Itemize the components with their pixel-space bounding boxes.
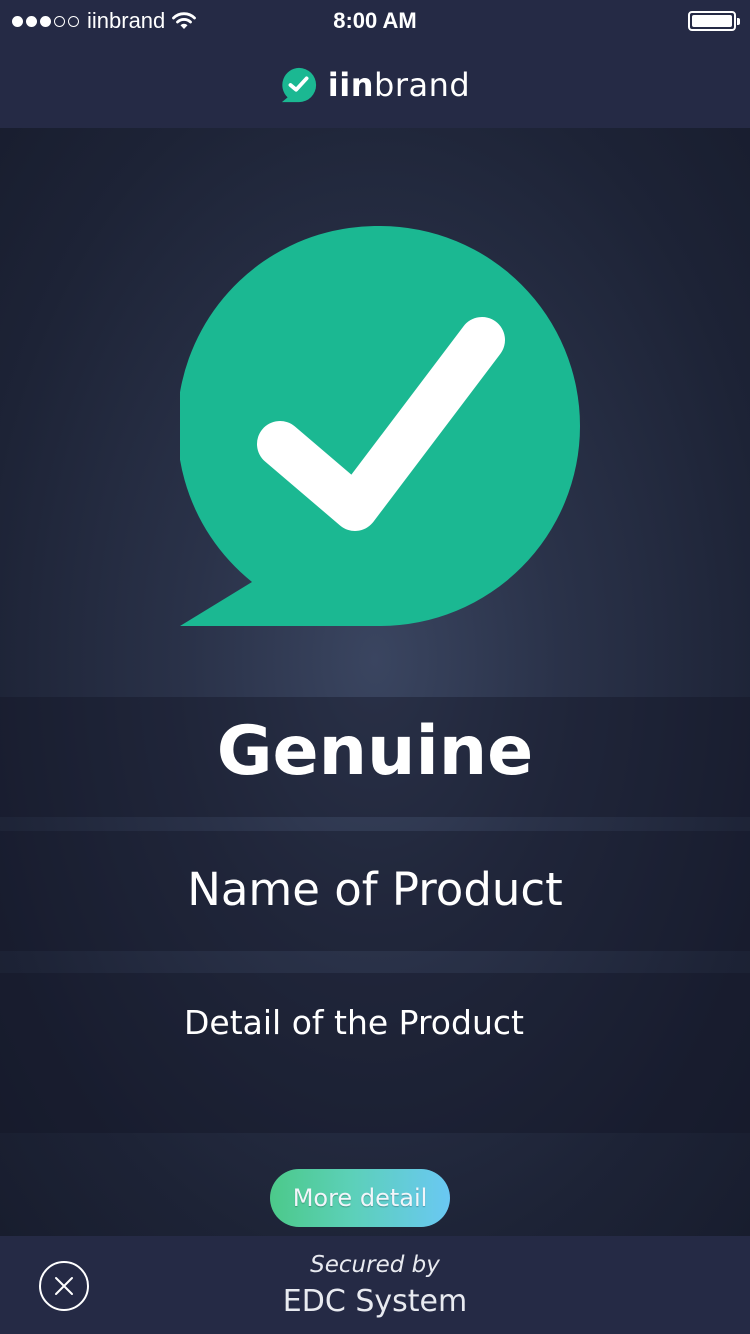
product-detail-band — [0, 973, 750, 1133]
check-speech-bubble-icon — [281, 67, 316, 103]
brand-name-rest: brand — [374, 66, 471, 104]
system-name: EDC System — [282, 1284, 468, 1319]
product-name: Name of Product — [187, 863, 563, 916]
status-time: 8:00 AM — [333, 8, 417, 33]
product-detail: Detail of the Product — [184, 1003, 524, 1042]
battery-fill — [692, 15, 732, 27]
more-detail-button[interactable]: More detail — [270, 1169, 450, 1227]
battery-tip — [737, 18, 740, 25]
genuine-status: Genuine — [216, 712, 534, 791]
verification-result: Genuine Name of Product Detail of the Pr… — [0, 128, 750, 1236]
status-bar: iinbrand 8:00 AM — [0, 0, 750, 42]
nav-bar: iinbrand — [0, 42, 750, 128]
battery-icon — [688, 11, 740, 31]
check-speech-bubble-icon — [180, 226, 580, 626]
brand-name: iinbrand — [328, 66, 470, 104]
brand-name-bold: iin — [327, 66, 375, 104]
brand: iinbrand — [280, 66, 470, 104]
footer: Secured by EDC System — [0, 1236, 750, 1334]
secured-by-label: Secured by — [310, 1252, 440, 1278]
